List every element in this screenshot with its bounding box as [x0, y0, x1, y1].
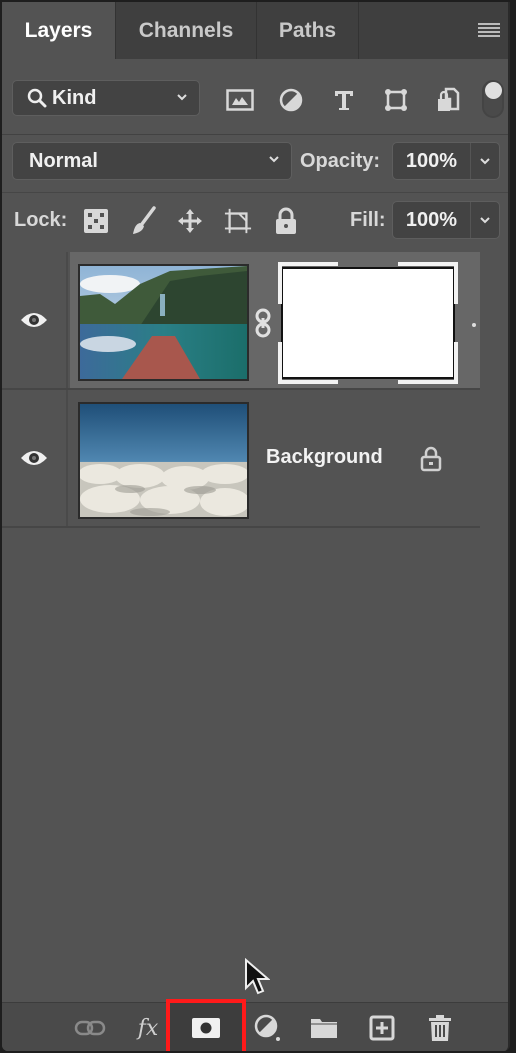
- lock-all-icon[interactable]: [272, 207, 300, 235]
- opacity-label: Opacity:: [300, 150, 381, 172]
- filter-kind-label: Kind: [52, 86, 97, 109]
- eye-icon: [21, 451, 47, 465]
- smart-object-filter-icon[interactable]: [434, 87, 462, 113]
- layer-thumbnail-clouds[interactable]: [78, 402, 249, 519]
- eye-icon: [21, 313, 47, 327]
- layer-visibility-toggle[interactable]: [2, 252, 68, 388]
- add-layer-mask-icon: [192, 1017, 220, 1038]
- toggle-knob: [485, 82, 502, 99]
- search-icon: [27, 88, 47, 108]
- layer-row-masked[interactable]: [2, 252, 480, 390]
- tab-bar: Layers Channels Paths: [2, 2, 508, 59]
- layer-indicator-dot: [472, 323, 476, 327]
- type-layer-filter-icon[interactable]: [330, 87, 358, 113]
- new-layer-icon: [369, 1015, 395, 1041]
- new-group-button[interactable]: [306, 1009, 342, 1047]
- pixel-layer-filter-icon[interactable]: [226, 87, 254, 113]
- lock-image-pixels-icon[interactable]: [130, 206, 158, 235]
- layer-mask-thumbnail[interactable]: [278, 262, 458, 384]
- chevron-down-icon: [177, 94, 187, 101]
- lock-position-icon[interactable]: [176, 207, 204, 235]
- adjustment-layer-icon: [254, 1014, 280, 1041]
- delete-layer-button[interactable]: [422, 1009, 458, 1047]
- bottom-toolbar: fx: [2, 999, 508, 1051]
- adjustment-layer-button[interactable]: [250, 1009, 286, 1047]
- adjustment-layer-filter-icon[interactable]: [277, 87, 305, 113]
- opacity-field[interactable]: 100%: [392, 142, 500, 180]
- hamburger-menu-icon[interactable]: [478, 23, 500, 38]
- mask-white-fill: [281, 267, 455, 379]
- filter-row: Kind: [2, 59, 508, 135]
- blend-mode-select[interactable]: Normal: [12, 142, 292, 180]
- layer-content[interactable]: [70, 252, 480, 388]
- layer-visibility-toggle[interactable]: [2, 390, 68, 526]
- fill-dropdown[interactable]: [471, 202, 499, 238]
- link-layers-icon: [74, 1020, 106, 1036]
- layer-style-button[interactable]: fx: [130, 1009, 166, 1047]
- link-layers-button[interactable]: [72, 1009, 108, 1047]
- fill-label: Fill:: [350, 209, 386, 231]
- lock-row: Lock: Fill: 100%: [2, 192, 508, 248]
- new-group-icon: [311, 1019, 337, 1038]
- filter-kind-select[interactable]: Kind: [12, 80, 200, 116]
- fill-value[interactable]: 100%: [393, 202, 471, 238]
- layers-list: Background: [2, 252, 480, 528]
- delete-layer-icon: [429, 1015, 451, 1041]
- opacity-dropdown[interactable]: [471, 143, 499, 179]
- fx-icon: fx: [137, 1015, 159, 1041]
- tab-layers[interactable]: Layers: [2, 2, 116, 59]
- chevron-down-icon: [269, 156, 279, 163]
- blend-mode-value: Normal: [29, 149, 98, 172]
- chevron-down-icon: [480, 158, 490, 165]
- mask-link-icon[interactable]: [254, 308, 272, 338]
- fill-field[interactable]: 100%: [392, 201, 500, 239]
- add-layer-mask-button[interactable]: [166, 999, 246, 1051]
- blend-row: Normal Opacity: 100%: [2, 136, 508, 191]
- layers-panel: Layers Channels Paths Kind Normal Opacit…: [2, 2, 510, 1051]
- mouse-cursor-icon: [245, 958, 270, 995]
- new-layer-button[interactable]: [364, 1009, 400, 1047]
- lock-transparent-pixels-icon[interactable]: [82, 207, 110, 235]
- shape-layer-filter-icon[interactable]: [382, 87, 410, 113]
- opacity-value[interactable]: 100%: [393, 143, 471, 179]
- layer-locked-icon[interactable]: [420, 446, 442, 472]
- layer-content[interactable]: Background: [70, 390, 480, 526]
- chevron-down-icon: [480, 217, 490, 224]
- lock-label: Lock:: [14, 209, 68, 231]
- layer-name-background[interactable]: Background: [266, 446, 383, 469]
- lock-artboard-icon[interactable]: [224, 207, 252, 235]
- tab-paths[interactable]: Paths: [257, 2, 359, 59]
- tab-channels[interactable]: Channels: [116, 2, 257, 59]
- layer-thumbnail-lake[interactable]: [78, 264, 249, 381]
- filter-toggle[interactable]: [482, 80, 504, 118]
- layer-row-background[interactable]: Background: [2, 390, 480, 528]
